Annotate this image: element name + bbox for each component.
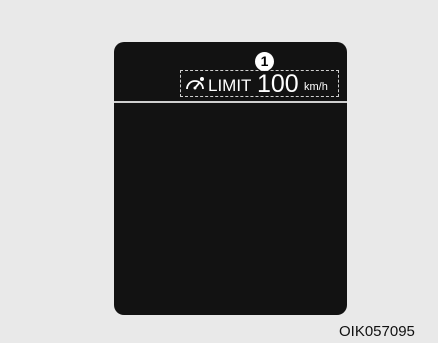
limit-value: 100 bbox=[257, 70, 299, 98]
cluster-display: LIMIT 100 km/h 1 bbox=[114, 42, 347, 315]
divider bbox=[114, 101, 347, 103]
callout-number-badge: 1 bbox=[255, 52, 274, 71]
figure-code: OIK057095 bbox=[339, 323, 415, 340]
limit-unit: km/h bbox=[304, 81, 328, 93]
speed-limit-icon bbox=[186, 77, 204, 90]
limit-label: LIMIT bbox=[208, 76, 252, 95]
